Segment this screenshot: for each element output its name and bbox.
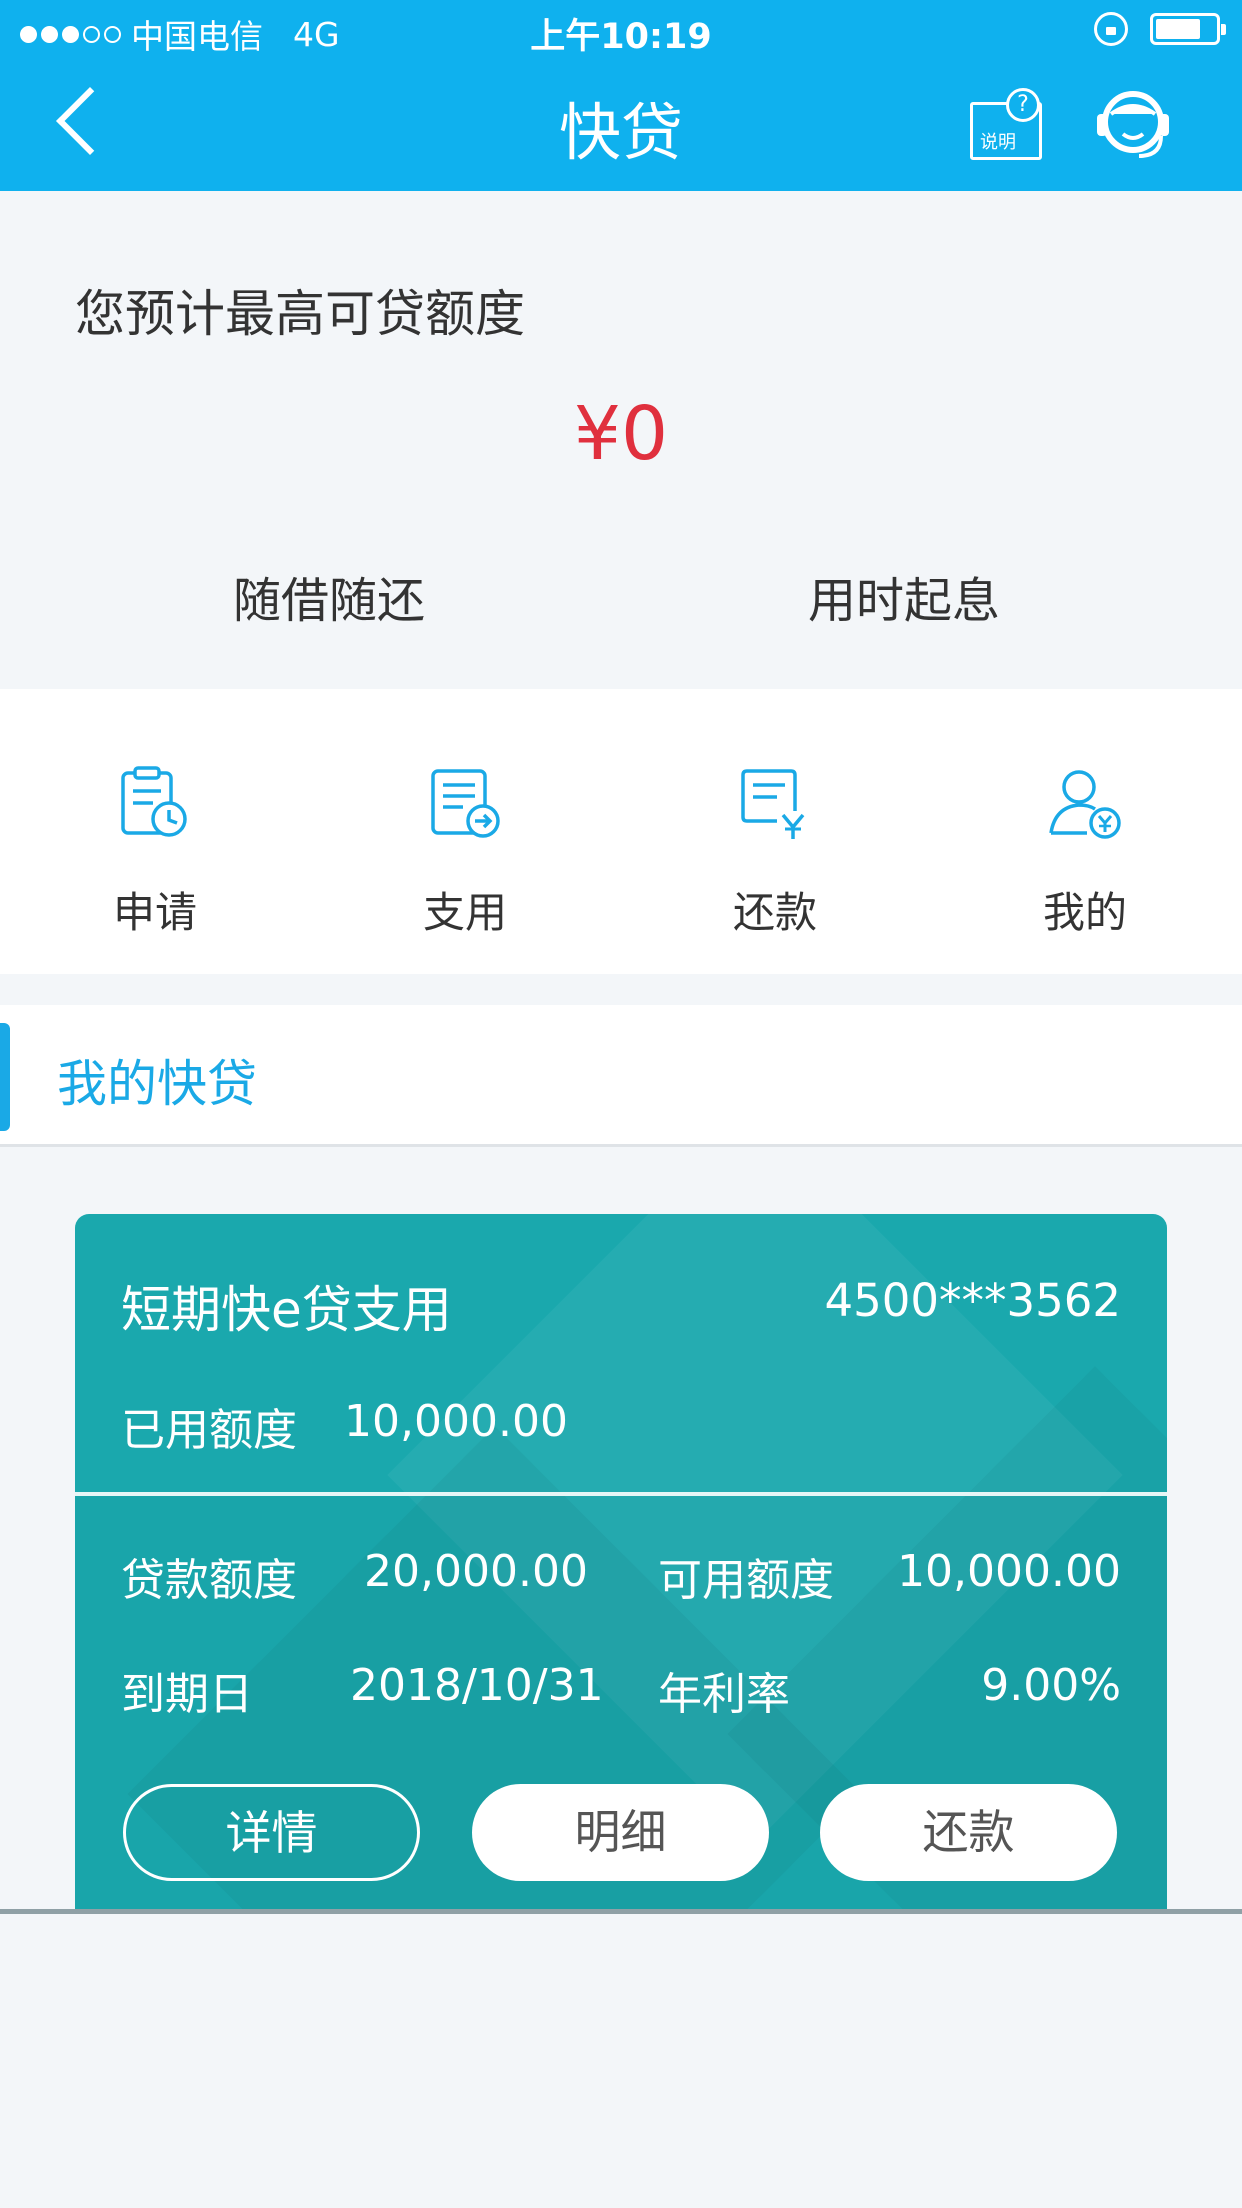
loan-account-number: 4500***3562 xyxy=(824,1274,1121,1327)
empty-area xyxy=(0,1914,1242,2208)
customer-service-button[interactable] xyxy=(1095,84,1171,164)
feature-flexible-repay: 随借随还 xyxy=(233,573,426,629)
apply-clock-icon xyxy=(121,766,187,837)
statement-button[interactable]: 明细 xyxy=(472,1784,769,1881)
action-mine[interactable]: 我的 xyxy=(930,689,1240,974)
battery-icon xyxy=(1150,13,1226,45)
limit-value: 20,000.00 xyxy=(364,1546,588,1597)
rate-value: 9.00% xyxy=(981,1660,1121,1711)
action-label: 申请 xyxy=(112,888,197,937)
limit-label: 贷款额度 xyxy=(121,1555,297,1606)
status-right xyxy=(1094,12,1226,46)
action-label: 还款 xyxy=(732,888,817,937)
feature-interest-on-use: 用时起息 xyxy=(808,573,1001,629)
rotation-lock-icon xyxy=(1094,12,1128,46)
quota-amount: ¥0 xyxy=(573,391,669,477)
withdraw-arrow-icon xyxy=(431,769,500,838)
used-amount-value: 10,000.00 xyxy=(344,1396,568,1447)
due-date-value: 2018/10/31 xyxy=(350,1660,604,1711)
customer-service-icon xyxy=(1097,91,1169,158)
available-value: 10,000.00 xyxy=(897,1546,1121,1597)
user-yen-icon xyxy=(1049,770,1121,839)
quota-section: 您预计最高可贷额度 ¥0 随借随还 用时起息 xyxy=(0,191,1242,689)
loan-product-name: 短期快e贷支用 xyxy=(121,1281,452,1339)
action-label: 我的 xyxy=(1042,888,1127,937)
help-label: 说明 xyxy=(980,132,1016,153)
available-label: 可用额度 xyxy=(658,1555,834,1606)
rate-label: 年利率 xyxy=(658,1669,790,1720)
question-mark-icon: ? xyxy=(1006,88,1040,122)
used-amount-label: 已用额度 xyxy=(121,1405,297,1456)
page-title: 快贷 xyxy=(558,96,683,169)
quick-actions: 申请 支用 还款 我的 xyxy=(0,689,1242,974)
repay-yen-icon xyxy=(741,769,805,839)
due-date-label: 到期日 xyxy=(121,1669,253,1720)
battery-fill xyxy=(1156,19,1200,39)
quota-label: 您预计最高可贷额度 xyxy=(75,285,525,343)
action-apply[interactable]: 申请 xyxy=(0,689,310,974)
section-title: 我的快贷 xyxy=(57,1055,257,1113)
my-loans-header: 我的快贷 xyxy=(0,1005,1242,1147)
loan-card[interactable]: 短期快e贷支用 4500***3562 已用额度 10,000.00 贷款额度 … xyxy=(75,1214,1167,1909)
top-bar: 中国电信 4G 上午10:19 快贷 ? 说明 xyxy=(0,0,1242,191)
section-accent-bar xyxy=(0,1023,10,1131)
repay-button[interactable]: 还款 xyxy=(820,1784,1117,1881)
action-label: 支用 xyxy=(422,888,507,937)
action-withdraw[interactable]: 支用 xyxy=(310,689,620,974)
status-time: 上午10:19 xyxy=(530,17,712,57)
help-button[interactable]: ? 说明 xyxy=(970,88,1042,162)
detail-button[interactable]: 详情 xyxy=(123,1784,420,1881)
status-bar: 中国电信 4G 上午10:19 xyxy=(0,0,1242,62)
action-repay[interactable]: 还款 xyxy=(620,689,930,974)
